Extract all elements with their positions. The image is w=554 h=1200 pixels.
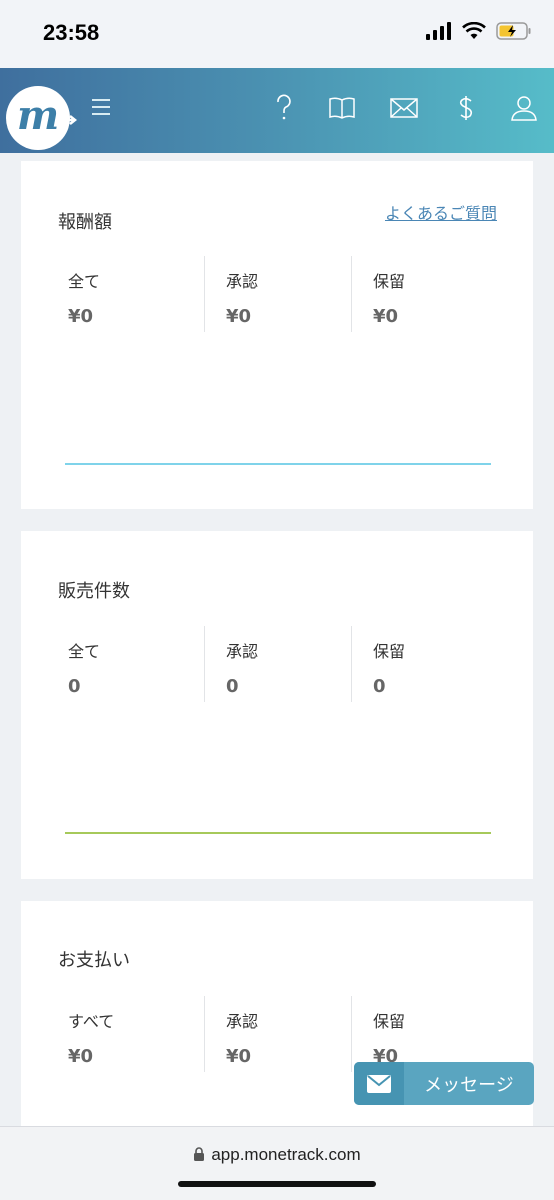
card-title: お支払い [58, 950, 130, 971]
stat-label: 承認 [226, 1012, 259, 1031]
dollar-icon[interactable] [450, 92, 482, 124]
lock-icon [194, 1147, 205, 1161]
mail-icon[interactable] [388, 92, 420, 124]
stat-value: ¥0 [226, 1046, 252, 1067]
card-title: 報酬額 [58, 212, 112, 233]
stat-value: 0 [68, 676, 81, 697]
status-bar: 23:58 [0, 0, 554, 68]
stat-label: 保留 [373, 1012, 406, 1031]
stat-value: ¥0 [68, 306, 94, 327]
stat-value: 0 [373, 676, 386, 697]
message-button[interactable]: メッセージ [354, 1062, 534, 1105]
stat-label: 全て [68, 272, 101, 291]
divider [204, 256, 205, 332]
stat-label: 承認 [226, 642, 259, 661]
stats-row: すべて ¥0 承認 ¥0 保留 ¥0 [21, 996, 533, 1072]
user-icon[interactable] [508, 92, 540, 124]
signal-icon [426, 22, 451, 40]
stats-row: 全て ¥0 承認 ¥0 保留 ¥0 [21, 256, 533, 332]
stat-value: ¥0 [373, 306, 399, 327]
stat-value: ¥0 [68, 1046, 94, 1067]
app-header: m [0, 68, 554, 153]
stat-label: 保留 [373, 272, 406, 291]
sales-count-card: 販売件数 全て 0 承認 0 保留 0 [21, 531, 533, 879]
help-icon[interactable] [268, 92, 300, 124]
book-icon[interactable] [326, 92, 358, 124]
stat-label: すべて [68, 1012, 115, 1031]
url-text: app.monetrack.com [211, 1145, 361, 1164]
envelope-icon [354, 1062, 404, 1105]
menu-icon[interactable] [92, 99, 114, 121]
faq-link[interactable]: よくあるご質問 [385, 200, 497, 224]
logo[interactable]: m [6, 86, 70, 150]
divider [204, 996, 205, 1072]
reward-card: 報酬額 よくあるご質問 全て ¥0 承認 ¥0 保留 ¥0 [21, 161, 533, 509]
status-icons [426, 22, 532, 40]
divider [351, 626, 352, 702]
card-title: 販売件数 [58, 581, 130, 602]
home-indicator[interactable] [178, 1181, 376, 1187]
status-time: 23:58 [43, 20, 100, 45]
url-bar[interactable]: app.monetrack.com [0, 1126, 554, 1200]
divider [351, 996, 352, 1072]
stat-label: 保留 [373, 642, 406, 661]
reward-chart-line [65, 463, 491, 465]
battery-icon [496, 22, 531, 40]
url-display[interactable]: app.monetrack.com [0, 1145, 554, 1165]
wifi-icon [462, 22, 486, 39]
sales-chart-line [65, 832, 491, 834]
divider [204, 626, 205, 702]
stat-value: 0 [226, 676, 239, 697]
stats-row: 全て 0 承認 0 保留 0 [21, 626, 533, 702]
logo-arrow-icon [64, 115, 78, 125]
message-label: メッセージ [424, 1074, 514, 1096]
logo-letter: m [16, 91, 60, 139]
divider [351, 256, 352, 332]
stat-label: 全て [68, 642, 101, 661]
stat-label: 承認 [226, 272, 259, 291]
stat-value: ¥0 [226, 306, 252, 327]
